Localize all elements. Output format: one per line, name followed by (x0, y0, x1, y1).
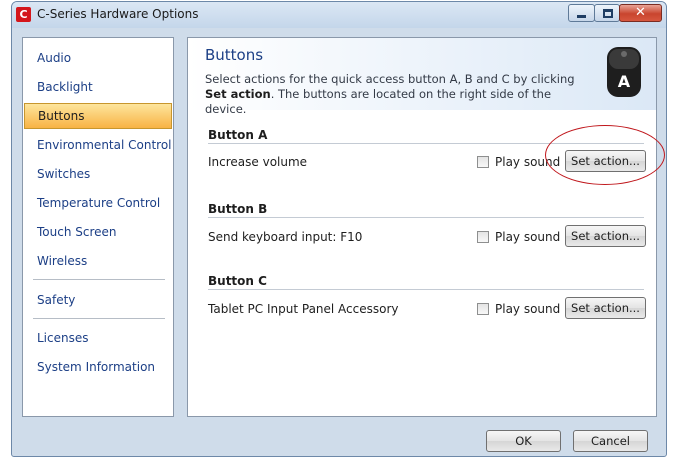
button-c-set-action-button[interactable]: Set action... (565, 297, 646, 319)
sidebar-item-touch-screen[interactable]: Touch Screen (24, 219, 172, 245)
button-c-heading: Button C (208, 274, 267, 288)
panel-description: Select actions for the quick access butt… (205, 72, 575, 116)
button-c-action: Tablet PC Input Panel Accessory (208, 302, 399, 316)
button-a-set-action-button[interactable]: Set action... (565, 150, 646, 172)
panel-header: Buttons Select actions for the quick acc… (188, 38, 656, 116)
title-bar[interactable]: C C-Series Hardware Options ✕ (12, 2, 666, 28)
sidebar-item-licenses[interactable]: Licenses (24, 325, 172, 351)
ok-button[interactable]: OK (486, 430, 561, 452)
section-divider (208, 289, 644, 290)
maximize-button[interactable] (594, 4, 620, 22)
sidebar-item-backlight[interactable]: Backlight (24, 74, 172, 100)
button-c-play-sound-label[interactable]: Play sound (495, 302, 560, 316)
button-b-action: Send keyboard input: F10 (208, 230, 363, 244)
buttons-panel: Buttons Select actions for the quick acc… (187, 37, 657, 417)
sidebar-item-buttons[interactable]: Buttons (24, 103, 172, 129)
button-a-action: Increase volume (208, 155, 308, 169)
button-b-play-sound-label[interactable]: Play sound (495, 230, 560, 244)
button-a-heading: Button A (208, 128, 268, 142)
maximize-icon (603, 9, 613, 18)
device-icon-letter: A (618, 72, 631, 91)
minimize-icon (577, 15, 586, 18)
close-icon: ✕ (635, 5, 646, 20)
sidebar-item-safety[interactable]: Safety (24, 287, 172, 313)
button-c-play-sound-checkbox[interactable] (477, 303, 489, 315)
sidebar-item-temperature-control[interactable]: Temperature Control (24, 190, 172, 216)
window-title: C-Series Hardware Options (37, 7, 199, 21)
hardware-options-window: C C-Series Hardware Options ✕ Audio Back… (11, 1, 667, 457)
minimize-button[interactable] (568, 4, 595, 22)
sidebar-divider (33, 318, 165, 319)
cancel-button[interactable]: Cancel (573, 430, 648, 452)
button-a-play-sound-checkbox[interactable] (477, 156, 489, 168)
sidebar-item-switches[interactable]: Switches (24, 161, 172, 187)
button-a-play-sound-label[interactable]: Play sound (495, 155, 560, 169)
section-divider (208, 143, 644, 144)
device-button-icon: A (607, 47, 641, 97)
button-b-play-sound-checkbox[interactable] (477, 231, 489, 243)
section-divider (208, 217, 644, 218)
page-title: Buttons (205, 46, 264, 64)
close-button[interactable]: ✕ (619, 4, 662, 22)
sidebar-item-wireless[interactable]: Wireless (24, 248, 172, 274)
button-b-heading: Button B (208, 202, 268, 216)
app-logo-icon: C (16, 7, 31, 22)
sidebar-item-environmental-control[interactable]: Environmental Control (24, 132, 172, 158)
sidebar-item-audio[interactable]: Audio (24, 45, 172, 71)
sidebar-divider (33, 279, 165, 280)
category-sidebar: Audio Backlight Buttons Environmental Co… (22, 37, 174, 417)
button-b-set-action-button[interactable]: Set action... (565, 225, 646, 247)
sidebar-item-system-information[interactable]: System Information (24, 354, 172, 380)
